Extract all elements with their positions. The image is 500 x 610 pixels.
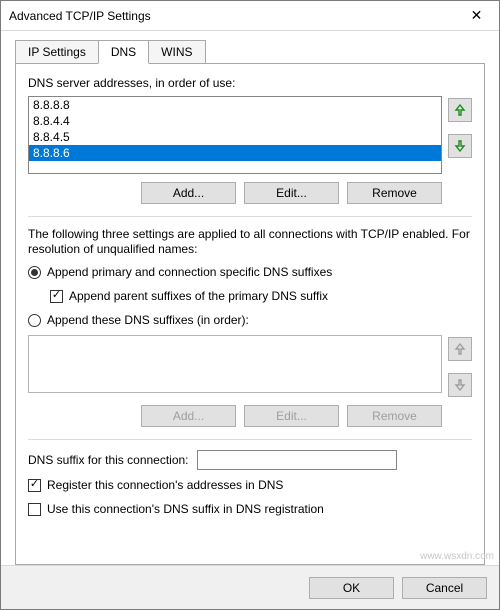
- arrow-up-icon: [454, 103, 466, 117]
- dns-suffix-move-down-button: [448, 373, 472, 397]
- dns-suffix-connection-label: DNS suffix for this connection:: [28, 453, 189, 467]
- dns-pane: DNS server addresses, in order of use: 8…: [15, 63, 485, 565]
- dns-server-remove-button[interactable]: Remove: [347, 182, 442, 204]
- tab-strip: IP Settings DNS WINS: [15, 39, 485, 63]
- tab-dns[interactable]: DNS: [98, 40, 149, 64]
- list-item[interactable]: 8.8.8.8: [29, 97, 441, 113]
- list-item[interactable]: 8.8.4.4: [29, 113, 441, 129]
- checkbox-icon: [50, 290, 63, 303]
- dns-server-edit-button[interactable]: Edit...: [244, 182, 339, 204]
- separator: [28, 439, 472, 440]
- ok-button[interactable]: OK: [309, 577, 394, 599]
- watermark: www.wsxdn.com: [420, 551, 494, 562]
- tab-wins[interactable]: WINS: [148, 40, 205, 64]
- dialog-footer: OK Cancel: [1, 565, 499, 609]
- dns-suffix-move-up-button: [448, 337, 472, 361]
- dns-suffix-remove-button: Remove: [347, 405, 442, 427]
- checkbox-label: Use this connection's DNS suffix in DNS …: [47, 502, 324, 516]
- dns-suffix-connection-input[interactable]: [197, 450, 397, 470]
- radio-label: Append primary and connection specific D…: [47, 265, 332, 279]
- checkbox-label: Append parent suffixes of the primary DN…: [69, 289, 328, 303]
- dns-suffix-description: The following three settings are applied…: [28, 227, 472, 257]
- arrow-down-icon: [454, 139, 466, 153]
- radio-append-primary[interactable]: Append primary and connection specific D…: [28, 265, 472, 279]
- cancel-button[interactable]: Cancel: [402, 577, 487, 599]
- dns-server-add-button[interactable]: Add...: [141, 182, 236, 204]
- checkbox-icon: [28, 503, 41, 516]
- dns-server-move-up-button[interactable]: [448, 98, 472, 122]
- radio-icon: [28, 314, 41, 327]
- arrow-up-icon: [454, 342, 466, 356]
- dns-server-move-down-button[interactable]: [448, 134, 472, 158]
- check-register-addresses[interactable]: Register this connection's addresses in …: [28, 478, 472, 492]
- dns-servers-list[interactable]: 8.8.8.88.8.4.48.8.4.58.8.8.6: [28, 96, 442, 174]
- separator: [28, 216, 472, 217]
- check-use-suffix-registration[interactable]: Use this connection's DNS suffix in DNS …: [28, 502, 472, 516]
- list-item[interactable]: 8.8.8.6: [29, 145, 441, 161]
- list-item[interactable]: 8.8.4.5: [29, 129, 441, 145]
- check-append-parent[interactable]: Append parent suffixes of the primary DN…: [50, 289, 472, 303]
- dns-suffix-list[interactable]: [28, 335, 442, 393]
- window-title: Advanced TCP/IP Settings: [9, 9, 151, 23]
- checkbox-label: Register this connection's addresses in …: [47, 478, 283, 492]
- dns-suffix-edit-button: Edit...: [244, 405, 339, 427]
- dns-servers-label: DNS server addresses, in order of use:: [28, 76, 472, 90]
- title-bar: Advanced TCP/IP Settings ✕: [1, 1, 499, 31]
- radio-icon: [28, 266, 41, 279]
- tab-ip-settings[interactable]: IP Settings: [15, 40, 99, 64]
- checkbox-icon: [28, 479, 41, 492]
- radio-append-these[interactable]: Append these DNS suffixes (in order):: [28, 313, 472, 327]
- close-button[interactable]: ✕: [454, 1, 499, 30]
- radio-label: Append these DNS suffixes (in order):: [47, 313, 249, 327]
- dns-suffix-add-button: Add...: [141, 405, 236, 427]
- close-icon: ✕: [471, 7, 483, 24]
- arrow-down-icon: [454, 378, 466, 392]
